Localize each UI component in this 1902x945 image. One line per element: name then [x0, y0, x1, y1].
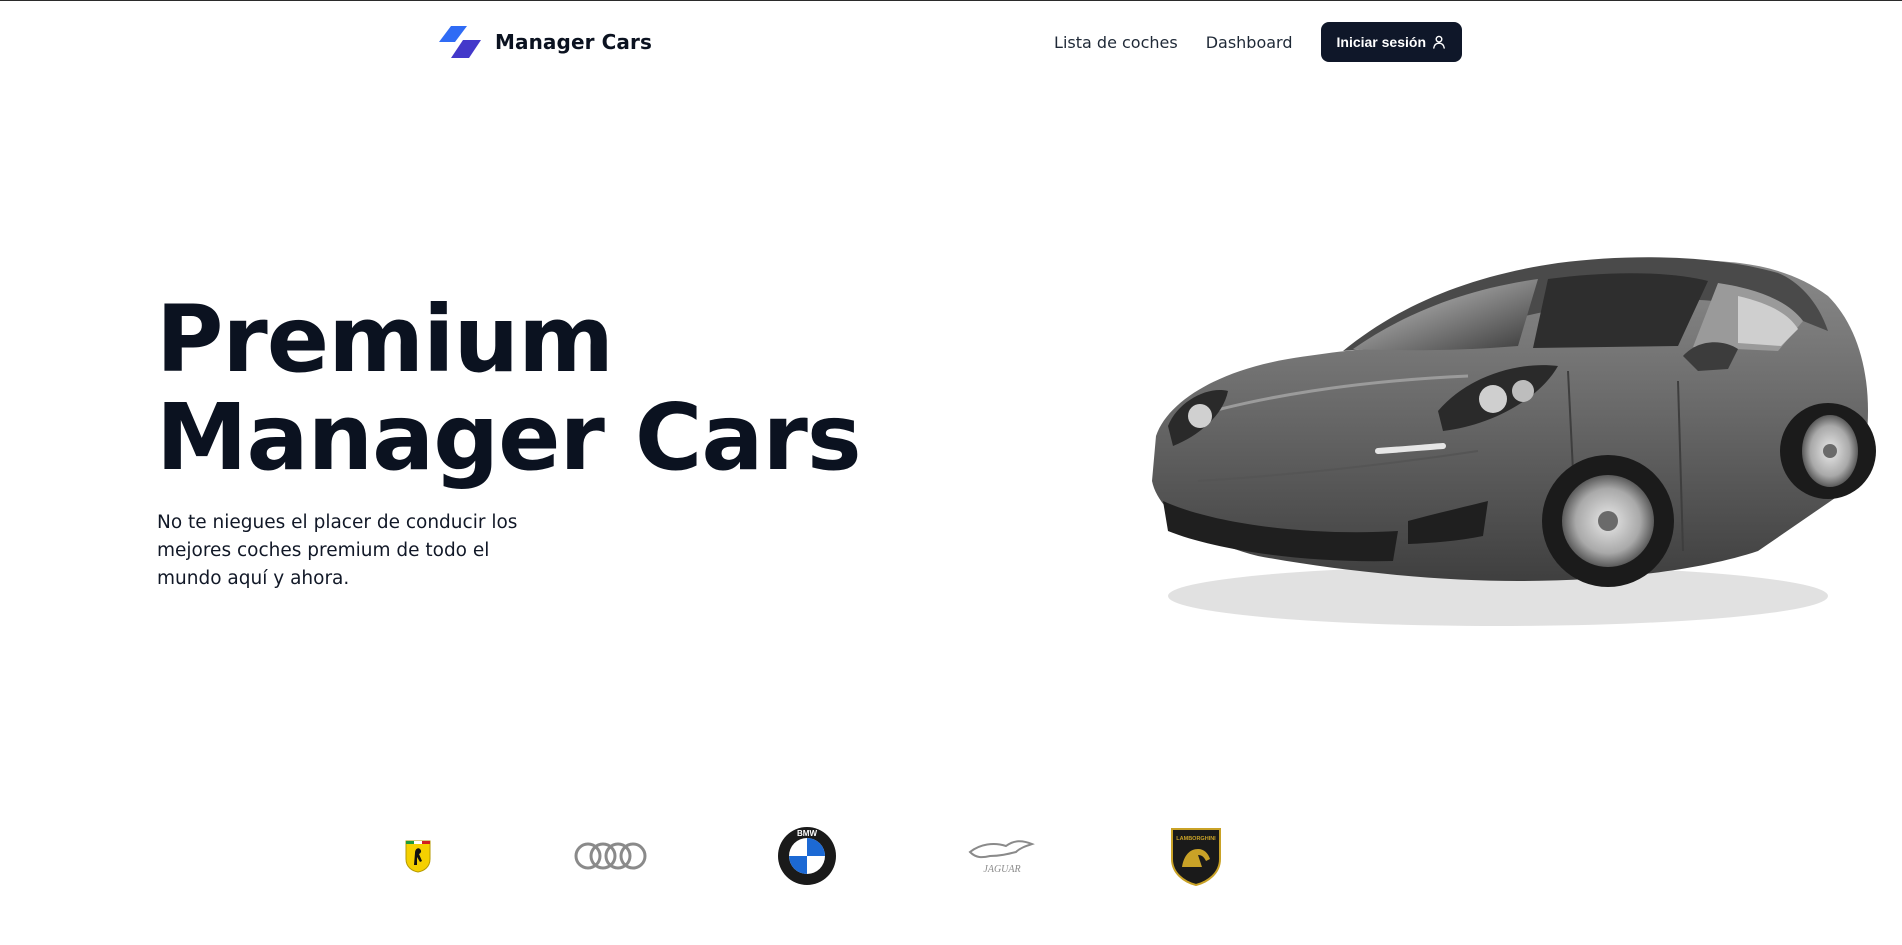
nav-link-dashboard[interactable]: Dashboard — [1206, 33, 1293, 52]
hero-title: Premium Manager Cars — [156, 286, 862, 491]
lamborghini-logo: LAMBORGHINI — [1166, 816, 1226, 896]
bmw-logo-text: BMW — [797, 829, 817, 838]
top-header: Manager Cars Lista de coches Dashboard I… — [0, 1, 1902, 83]
login-button[interactable]: Iniciar sesión — [1320, 22, 1462, 62]
hero-title-line-1: Premium — [156, 286, 614, 393]
jaguar-logo: JAGUAR — [966, 816, 1038, 896]
hero-description: No te niegues el placer de conducir los … — [157, 512, 518, 589]
hero-title-line-2: Manager Cars — [156, 384, 862, 491]
login-button-label: Iniciar sesión — [1336, 34, 1426, 50]
brand-home-link[interactable]: Manager Cars — [437, 23, 652, 61]
brand-name: Manager Cars — [495, 30, 652, 54]
lamborghini-logo-text: LAMBORGHINI — [1176, 836, 1216, 842]
ferrari-logo — [400, 816, 436, 896]
audi-logo — [572, 816, 650, 896]
main-nav: Lista de coches Dashboard Iniciar sesión — [1054, 21, 1462, 63]
brand-logos-strip: BMW JAGUAR LAMBORGHINI — [0, 816, 1902, 896]
brand-logo-icon — [439, 26, 481, 58]
user-icon — [1433, 35, 1445, 49]
bmw-logo: BMW — [776, 816, 838, 896]
jaguar-logo-text: JAGUAR — [983, 864, 1020, 875]
car-image — [1152, 257, 1876, 626]
nav-link-cars-list[interactable]: Lista de coches — [1054, 33, 1178, 52]
landing-page: Manager Cars Lista de coches Dashboard I… — [0, 0, 1902, 945]
